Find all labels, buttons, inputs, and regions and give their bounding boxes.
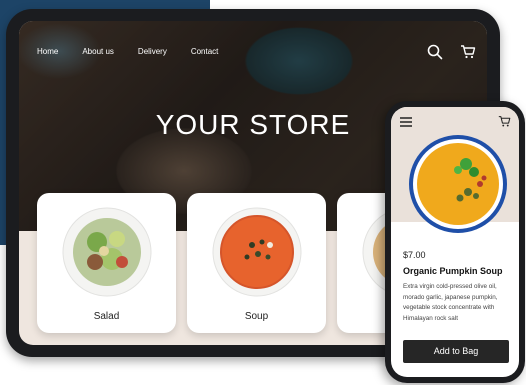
product-name: Organic Pumpkin Soup <box>403 266 503 276</box>
product-price: $7.00 <box>403 250 426 260</box>
category-card-salad[interactable]: Salad <box>37 193 176 333</box>
phone-screen: $7.00 Organic Pumpkin Soup Extra virgin … <box>391 107 519 377</box>
product-description: Extra virgin cold-pressed olive oil, mor… <box>403 283 498 322</box>
salad-image <box>62 207 152 297</box>
hamburger-menu-icon[interactable] <box>400 117 412 127</box>
cart-icon[interactable] <box>460 44 476 60</box>
nav-contact[interactable]: Contact <box>191 47 219 56</box>
nav-about-us[interactable]: About us <box>82 47 114 56</box>
nav-home[interactable]: Home <box>37 47 58 56</box>
phone-device: $7.00 Organic Pumpkin Soup Extra virgin … <box>385 101 525 383</box>
category-card-soup[interactable]: Soup <box>187 193 326 333</box>
top-navigation: Home About us Delivery Contact <box>37 47 242 56</box>
cart-icon[interactable] <box>498 115 511 128</box>
search-icon[interactable] <box>427 44 443 60</box>
pumpkin-soup-image <box>409 135 507 233</box>
nav-delivery[interactable]: Delivery <box>138 47 167 56</box>
add-to-bag-button[interactable]: Add to Bag <box>403 340 509 363</box>
card-label-salad: Salad <box>93 311 120 322</box>
card-label-soup: Soup <box>244 311 269 322</box>
soup-image <box>212 207 302 297</box>
